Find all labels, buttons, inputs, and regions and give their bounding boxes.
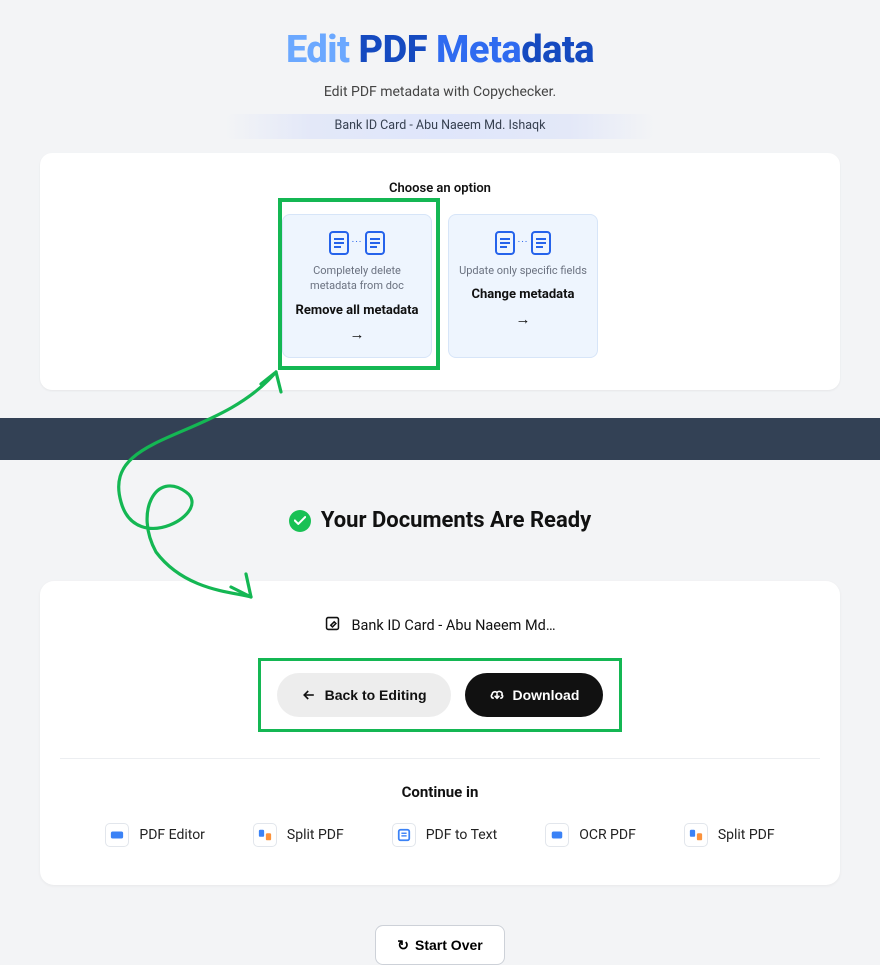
tool-pdf-to-text[interactable]: PDF to Text [392, 823, 497, 847]
continue-in-label: Continue in [60, 783, 820, 801]
page-subtitle: Edit PDF metadata with Copychecker. [0, 84, 880, 100]
option-remove-metadata[interactable]: ··· Completely delete metadata from doc … [282, 214, 432, 358]
start-over-button[interactable]: ↻ Start Over [375, 925, 505, 965]
pdf-to-text-icon [392, 823, 416, 847]
split-pdf-icon [253, 823, 277, 847]
arrow-right-icon: → [459, 310, 587, 328]
page-title: Edit PDF Metadata [0, 28, 880, 72]
tool-label: PDF Editor [139, 827, 205, 843]
split-pdf-icon [684, 823, 708, 847]
arrow-right-icon: → [293, 325, 421, 343]
change-docs-icon: ··· [459, 231, 587, 255]
option-change-metadata[interactable]: ··· Update only specific fields Change m… [448, 214, 598, 358]
card-divider [60, 758, 820, 759]
title-word-meta: Meta [436, 28, 521, 72]
download-button[interactable]: Download [465, 673, 604, 717]
option-card-container: Choose an option ··· Completely delete m… [40, 153, 840, 390]
annotation-highlight-actions: Back to Editing Download [258, 658, 622, 732]
check-circle-icon [289, 510, 311, 532]
back-to-editing-button[interactable]: Back to Editing [277, 673, 451, 717]
back-button-label: Back to Editing [325, 687, 427, 703]
tool-label: Split PDF [287, 827, 344, 843]
result-doc-name: Bank ID Card - Abu Naeem Md… [351, 617, 555, 634]
start-over-label: Start Over [415, 937, 483, 953]
tool-ocr-pdf[interactable]: OCR PDF [545, 823, 636, 847]
documents-ready-title: Your Documents Are Ready [321, 508, 591, 533]
remove-option-title: Remove all metadata [293, 302, 421, 320]
section-divider-band [0, 418, 880, 460]
tool-split-pdf[interactable]: Split PDF [253, 823, 344, 847]
choose-option-heading: Choose an option [60, 181, 820, 196]
remove-option-desc: Completely delete metadata from doc [293, 263, 421, 294]
remove-docs-icon: ··· [293, 231, 421, 255]
download-button-label: Download [513, 687, 580, 703]
title-word-data: data [521, 28, 594, 72]
change-option-title: Change metadata [459, 286, 587, 304]
tool-label: PDF to Text [426, 827, 497, 843]
change-option-desc: Update only specific fields [459, 263, 587, 278]
pdf-editor-icon [105, 823, 129, 847]
tool-pdf-editor[interactable]: PDF Editor [105, 823, 205, 847]
tool-label: OCR PDF [579, 827, 636, 843]
title-word-pdf: PDF [358, 28, 427, 72]
restart-icon: ↻ [397, 937, 409, 953]
tool-label: Split PDF [718, 827, 775, 843]
ocr-pdf-icon [545, 823, 569, 847]
results-card: Bank ID Card - Abu Naeem Md… Back to Edi… [40, 581, 840, 885]
title-word-edit: Edit [286, 28, 350, 72]
current-filename: Bank ID Card - Abu Naeem Md. Ishaqk [225, 114, 655, 139]
edit-doc-icon [324, 615, 341, 636]
tool-split-pdf-2[interactable]: Split PDF [684, 823, 775, 847]
